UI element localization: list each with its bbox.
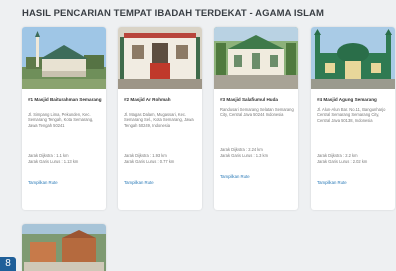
card-address: Jl. Alun-Alun Bar. No.11, Bangunharjo Ce… [317, 107, 386, 123]
card-address: Jl. Magas Dalam, Mugassari, Kec. Semaran… [124, 112, 194, 128]
distance-dijkstra: Jarak Dijkstra : 1.93 km [124, 153, 167, 158]
distance-dijkstra: Jarak Dijkstra : 1.1 km [28, 153, 69, 158]
result-card-3[interactable]: #3 Masjid Salafiumul Huda Randusari Sema… [214, 27, 298, 210]
distance-straight: Jarak Garis Lurus : 1.3 km [220, 153, 269, 158]
mosque-photo [22, 224, 106, 271]
page-title: HASIL PENCARIAN TEMPAT IBADAH TERDEKAT -… [22, 8, 324, 19]
result-card-2[interactable]: #2 Masjid Ar Rohmah Jl. Magas Dalam, Mug… [118, 27, 202, 210]
show-route-link[interactable]: Tampilkan Rute [317, 180, 347, 185]
distance-straight: Jarak Garis Lurus : 0.77 km [124, 159, 175, 164]
show-route-link[interactable]: Tampilkan Rute [124, 180, 154, 185]
mosque-photo [214, 27, 298, 89]
card-title: #3 Masjid Salafiumul Huda [220, 97, 278, 102]
mosque-photo [118, 27, 202, 89]
distance-dijkstra: Jarak Dijkstra : 2.2 km [317, 153, 358, 158]
card-address: Jl. Simpang Lima, Pekunden, Kec. Semaran… [28, 112, 94, 128]
distance-straight: Jarak Garis Lurus : 2.02 km [317, 159, 368, 164]
result-card-1[interactable]: #1 Masjid Baiturahman Semarang Jl. Simpa… [22, 27, 106, 210]
mosque-photo [311, 27, 395, 89]
card-title: #2 Masjid Ar Rohmah [124, 97, 171, 102]
distance-straight: Jarak Garis Lurus : 1.13 km [28, 159, 79, 164]
distance-dijkstra: Jarak Dijkstra : 2.24 km [220, 147, 263, 152]
result-card-5[interactable] [22, 224, 106, 271]
show-route-link[interactable]: Tampilkan Rute [28, 180, 58, 185]
page-number-badge: 8 [0, 257, 16, 271]
mosque-photo [22, 27, 106, 89]
card-address: Randusari Semarang Selatan Semarang City… [220, 107, 294, 118]
result-card-4[interactable]: #4 Masjid Agung Semarang Jl. Alun-Alun B… [311, 27, 395, 210]
show-route-link[interactable]: Tampilkan Rute [220, 174, 250, 179]
card-title: #4 Masjid Agung Semarang [317, 97, 377, 102]
card-title: #1 Masjid Baiturahman Semarang [28, 97, 102, 102]
